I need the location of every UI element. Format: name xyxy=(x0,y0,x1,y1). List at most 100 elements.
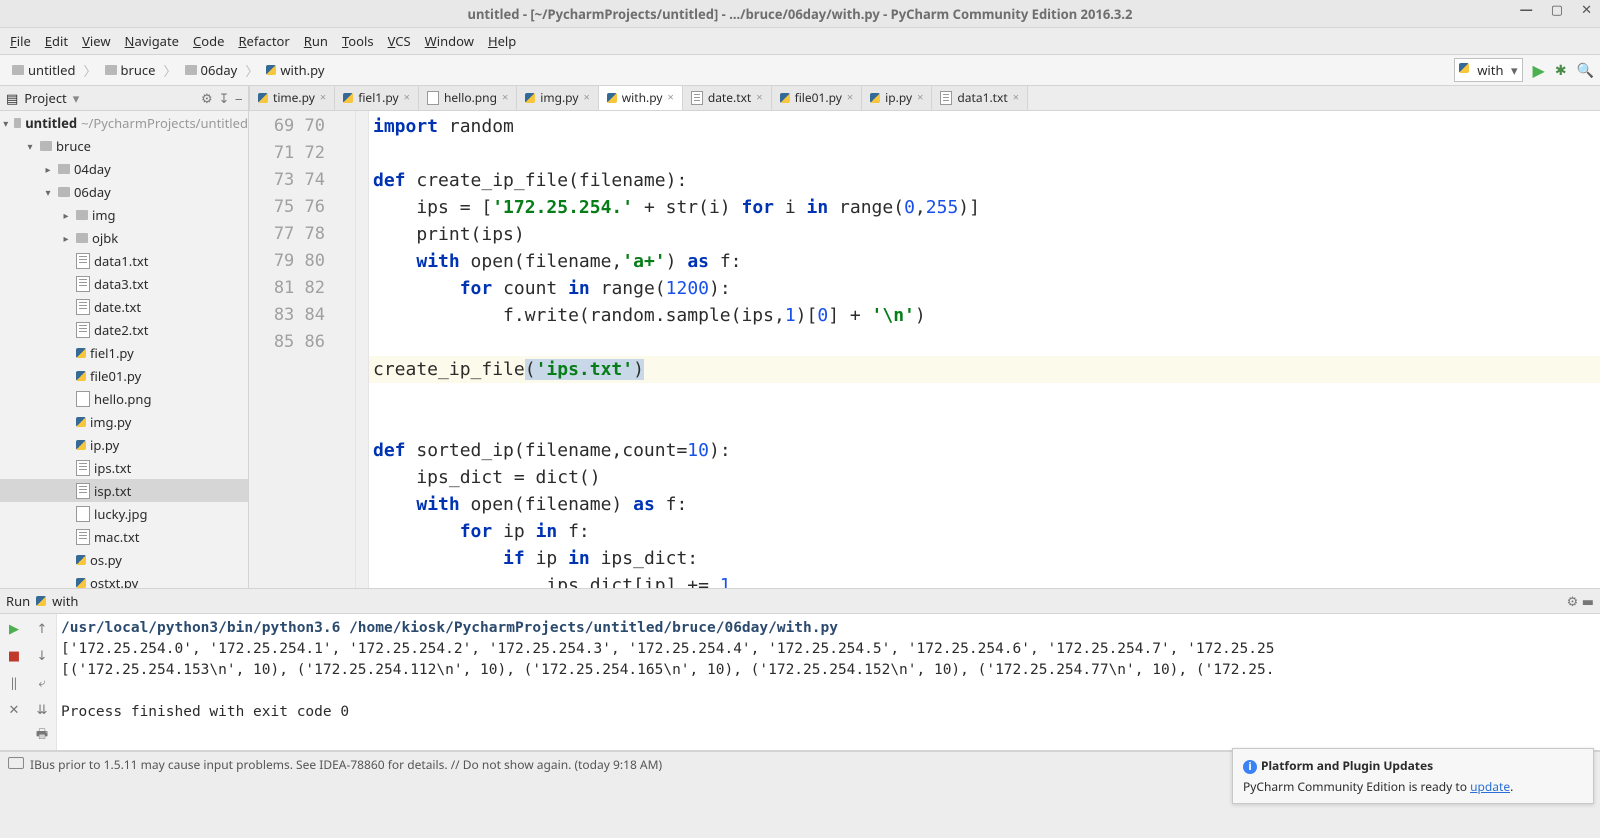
hide-icon[interactable]: ⎯ xyxy=(236,89,243,107)
menu-navigate[interactable]: Navigate xyxy=(125,32,179,50)
menu-run[interactable]: Run xyxy=(304,32,328,50)
tree-folder[interactable]: ▸ img xyxy=(0,203,248,226)
menu-file[interactable]: File xyxy=(10,32,31,50)
close-tab-icon[interactable]: × xyxy=(583,90,589,105)
editor-tab[interactable]: fiel1.py× xyxy=(334,86,419,110)
breadcrumb-item[interactable]: 06day xyxy=(179,61,244,79)
editor-tab[interactable]: hello.png× xyxy=(418,86,517,110)
close-tab-icon[interactable]: × xyxy=(756,90,762,105)
close-icon[interactable]: ✕ xyxy=(1581,0,1592,18)
close-tab-icon[interactable]: × xyxy=(1013,90,1019,105)
wrap-icon[interactable]: ⤶ xyxy=(28,668,56,695)
fold-gutter[interactable] xyxy=(356,111,369,588)
editor-tab[interactable]: img.py× xyxy=(516,86,598,110)
code-area[interactable]: import random def create_ip_file(filenam… xyxy=(369,111,1600,588)
search-icon[interactable]: 🔍 xyxy=(1577,61,1594,80)
editor-tab[interactable]: with.py× xyxy=(598,86,683,110)
menubar: File Edit View Navigate Code Refactor Run Tools… xyxy=(0,28,1600,55)
tree-file[interactable]: isp.txt xyxy=(0,479,248,502)
python-icon xyxy=(76,555,86,565)
run-config-select[interactable]: with xyxy=(1454,58,1522,82)
stop-icon[interactable]: ■ xyxy=(0,641,28,668)
project-tree[interactable]: ▾ untitled ~/PycharmProjects/untitled▾ b… xyxy=(0,111,248,588)
gear-icon[interactable]: ⚙ xyxy=(201,89,213,107)
close-tab-icon[interactable]: × xyxy=(668,90,674,105)
editor-tab[interactable]: date.txt× xyxy=(682,86,772,110)
minimize-icon[interactable]: — xyxy=(1520,0,1533,18)
tree-file[interactable]: data3.txt xyxy=(0,272,248,295)
gear-icon[interactable]: ⚙ ▬ xyxy=(1567,592,1594,610)
project-label: Project xyxy=(24,89,66,107)
editor-tab[interactable]: file01.py× xyxy=(771,86,863,110)
scroll-icon[interactable]: ⇊ xyxy=(28,695,56,722)
pause-icon[interactable]: ‖ xyxy=(0,668,28,695)
editor-tab[interactable]: time.py× xyxy=(249,86,335,110)
breadcrumb-item[interactable]: bruce xyxy=(99,61,162,79)
python-icon xyxy=(76,348,86,358)
tree-file[interactable]: hello.png xyxy=(0,387,248,410)
breadcrumb-item[interactable]: untitled xyxy=(6,61,82,79)
tree-file[interactable]: data1.txt xyxy=(0,249,248,272)
tree-folder[interactable]: ▸ 04day xyxy=(0,157,248,180)
debug-icon[interactable]: ✱ xyxy=(1555,61,1567,80)
gutter: 69 70 71 72 73 74 75 76 77 78 79 80 81 8… xyxy=(249,111,356,588)
close-tab-icon[interactable]: × xyxy=(917,90,923,105)
python-icon xyxy=(76,440,86,450)
run-tool-tab[interactable]: Run with ⚙ ▬ xyxy=(0,588,1600,614)
tree-folder[interactable]: ▾ 06day xyxy=(0,180,248,203)
editor-tab[interactable]: ip.py× xyxy=(861,86,932,110)
menu-tools[interactable]: Tools xyxy=(342,32,374,50)
folder-icon xyxy=(76,233,88,243)
python-icon xyxy=(36,596,46,606)
close-tab-icon[interactable]: × xyxy=(502,90,508,105)
tree-folder[interactable]: ▾ bruce xyxy=(0,134,248,157)
tree-file[interactable]: date.txt xyxy=(0,295,248,318)
tree-file[interactable]: ips.txt xyxy=(0,456,248,479)
tree-file[interactable]: lucky.jpg xyxy=(0,502,248,525)
run-icon[interactable]: ▶ xyxy=(1533,59,1545,81)
console-toolbar: ▶↑ ■↓ ‖⤶ ✕⇊ 🖶 xyxy=(0,614,57,750)
editor-tab[interactable]: data1.txt× xyxy=(931,86,1028,110)
tree-file[interactable]: fiel1.py xyxy=(0,341,248,364)
menu-view[interactable]: View xyxy=(82,32,110,50)
text-file-icon xyxy=(76,529,90,545)
collapse-icon[interactable]: ↧ xyxy=(219,89,230,107)
print-icon[interactable]: 🖶 xyxy=(28,722,56,749)
tree-root[interactable]: ▾ untitled ~/PycharmProjects/untitled xyxy=(0,111,248,134)
menu-edit[interactable]: Edit xyxy=(45,32,68,50)
update-link[interactable]: update xyxy=(1470,778,1510,795)
text-file-icon xyxy=(76,483,90,499)
tree-file[interactable]: mac.txt xyxy=(0,525,248,548)
tree-file[interactable]: date2.txt xyxy=(0,318,248,341)
menu-refactor[interactable]: Refactor xyxy=(238,32,289,50)
tree-folder[interactable]: ▸ ojbk xyxy=(0,226,248,249)
close-tab-icon[interactable]: × xyxy=(320,90,326,105)
console-output[interactable]: /usr/local/python3/bin/python3.6 /home/k… xyxy=(57,614,1600,750)
close-tab-icon[interactable]: × xyxy=(404,90,410,105)
folder-icon xyxy=(76,210,88,220)
python-icon xyxy=(76,417,86,427)
menu-window[interactable]: Window xyxy=(425,32,474,50)
close-tab-icon[interactable]: × xyxy=(847,90,853,105)
breadcrumb-item[interactable]: with.py xyxy=(260,61,330,79)
notification-popup: iPlatform and Plugin Updates PyCharm Com… xyxy=(1232,748,1594,804)
close-icon[interactable]: ✕ xyxy=(0,695,28,722)
rerun-icon[interactable]: ▶ xyxy=(0,614,28,641)
python-icon xyxy=(76,578,86,588)
tree-file[interactable]: ip.py xyxy=(0,433,248,456)
status-message[interactable]: IBus prior to 1.5.11 may cause input pro… xyxy=(30,756,662,773)
python-icon xyxy=(76,371,86,381)
menu-code[interactable]: Code xyxy=(193,32,224,50)
up-icon[interactable]: ↑ xyxy=(28,614,56,641)
code-editor[interactable]: 69 70 71 72 73 74 75 76 77 78 79 80 81 8… xyxy=(249,111,1600,588)
maximize-icon[interactable]: ▢ xyxy=(1551,0,1563,18)
menu-help[interactable]: Help xyxy=(488,32,516,50)
menu-vcs[interactable]: VCS xyxy=(388,32,411,50)
down-icon[interactable]: ↓ xyxy=(28,641,56,668)
tree-file[interactable]: ostxt.py xyxy=(0,571,248,588)
tree-file[interactable]: img.py xyxy=(0,410,248,433)
folder-icon xyxy=(105,65,117,75)
notification-body: PyCharm Community Edition is ready to xyxy=(1243,778,1470,795)
tree-file[interactable]: file01.py xyxy=(0,364,248,387)
tree-file[interactable]: os.py xyxy=(0,548,248,571)
